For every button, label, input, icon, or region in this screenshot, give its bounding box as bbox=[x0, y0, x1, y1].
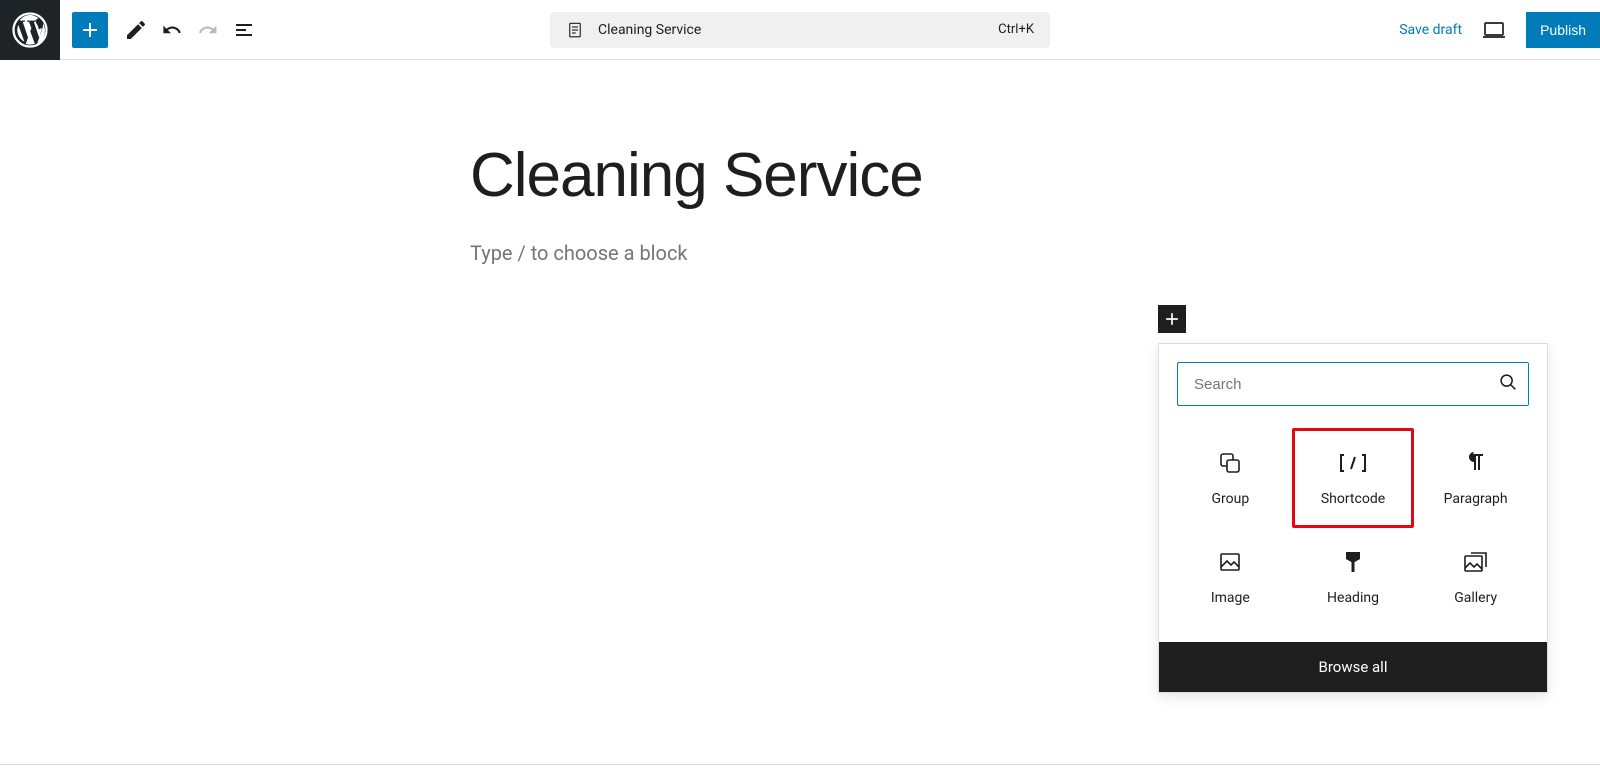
doc-title: Cleaning Service bbox=[598, 22, 701, 38]
paragraph-icon bbox=[1464, 449, 1488, 477]
block-grid: Group Shortcode Paragraph Image bbox=[1159, 422, 1547, 642]
block-item-shortcode[interactable]: Shortcode bbox=[1292, 428, 1415, 528]
view-button[interactable] bbox=[1476, 12, 1512, 48]
document-bar[interactable]: Cleaning Service Ctrl+K bbox=[550, 12, 1050, 48]
bottom-divider bbox=[0, 764, 1600, 765]
inserter-search-wrap bbox=[1177, 362, 1529, 406]
undo-icon bbox=[160, 18, 184, 42]
top-toolbar: Cleaning Service Ctrl+K Save draft Publi… bbox=[0, 0, 1600, 60]
page-title[interactable]: Cleaning Service bbox=[470, 140, 1600, 211]
block-item-paragraph[interactable]: Paragraph bbox=[1414, 428, 1537, 528]
shortcode-icon bbox=[1339, 449, 1367, 477]
search-icon bbox=[1497, 371, 1519, 397]
pencil-icon bbox=[124, 18, 148, 42]
block-label: Heading bbox=[1327, 590, 1379, 606]
toolbar-left bbox=[72, 12, 262, 48]
redo-icon bbox=[196, 18, 220, 42]
group-icon bbox=[1218, 449, 1242, 477]
editor-canvas: Cleaning Service Type / to choose a bloc… bbox=[0, 60, 1600, 265]
block-inserter-popup: Group Shortcode Paragraph Image bbox=[1158, 343, 1548, 693]
save-draft-link[interactable]: Save draft bbox=[1399, 22, 1462, 38]
list-icon bbox=[232, 18, 256, 42]
document-overview-button[interactable] bbox=[226, 12, 262, 48]
inline-add-block-button[interactable] bbox=[1158, 305, 1186, 333]
block-label: Shortcode bbox=[1321, 491, 1385, 507]
doc-shortcut: Ctrl+K bbox=[998, 22, 1034, 37]
desktop-icon bbox=[1482, 18, 1506, 42]
block-item-heading[interactable]: Heading bbox=[1292, 528, 1415, 626]
plus-icon bbox=[78, 18, 102, 42]
block-label: Paragraph bbox=[1444, 491, 1508, 507]
publish-button[interactable]: Publish bbox=[1526, 12, 1600, 48]
block-item-gallery[interactable]: Gallery bbox=[1414, 528, 1537, 626]
block-search-input[interactable] bbox=[1177, 362, 1529, 406]
wordpress-logo[interactable] bbox=[0, 0, 60, 60]
top-bar-right: Save draft Publish bbox=[1399, 12, 1600, 48]
add-block-button[interactable] bbox=[72, 12, 108, 48]
wordpress-icon bbox=[12, 12, 48, 48]
plus-icon bbox=[1162, 309, 1182, 329]
redo-button[interactable] bbox=[190, 12, 226, 48]
browse-all-button[interactable]: Browse all bbox=[1159, 642, 1547, 692]
heading-icon bbox=[1343, 548, 1363, 576]
block-label: Image bbox=[1211, 590, 1250, 606]
block-placeholder[interactable]: Type / to choose a block bbox=[470, 241, 1600, 265]
edit-tool-button[interactable] bbox=[118, 12, 154, 48]
page-icon bbox=[566, 21, 584, 39]
undo-button[interactable] bbox=[154, 12, 190, 48]
block-item-group[interactable]: Group bbox=[1169, 428, 1292, 528]
block-item-image[interactable]: Image bbox=[1169, 528, 1292, 626]
image-icon bbox=[1218, 548, 1242, 576]
block-label: Gallery bbox=[1454, 590, 1497, 606]
block-label: Group bbox=[1211, 491, 1249, 507]
gallery-icon bbox=[1463, 548, 1489, 576]
